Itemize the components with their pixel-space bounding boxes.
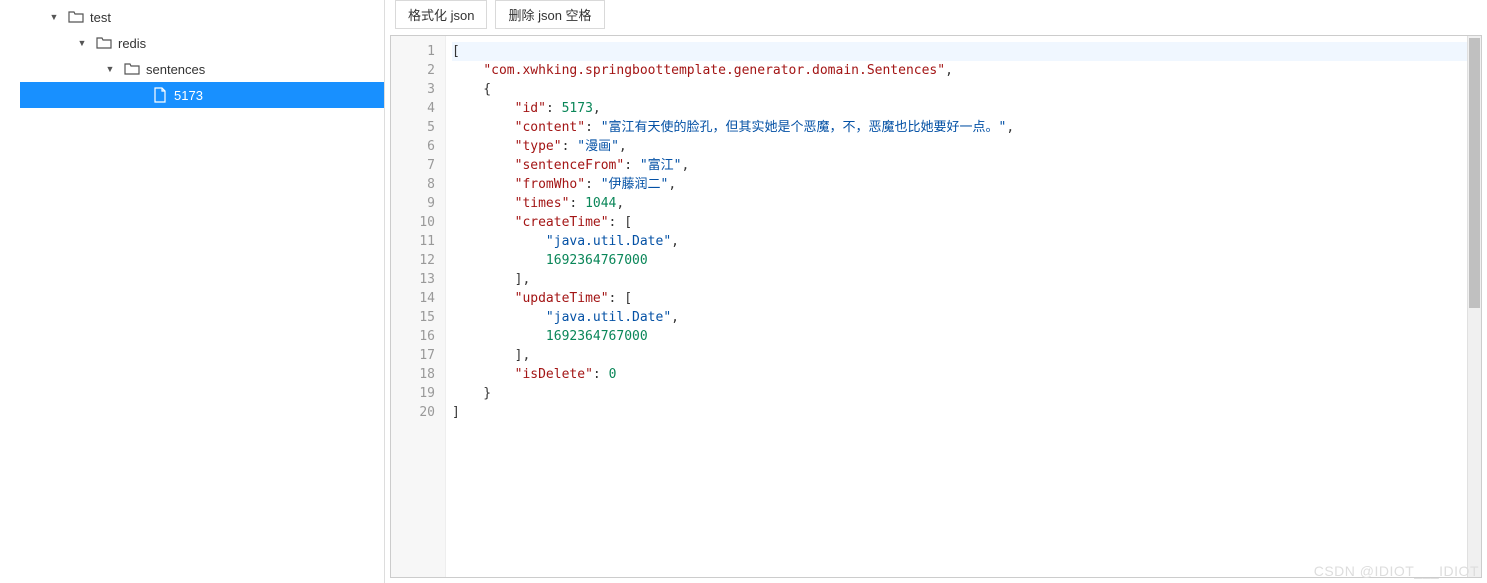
scrollbar-track[interactable] — [1467, 36, 1481, 577]
line-number: 2 — [391, 61, 435, 80]
code-line[interactable]: ], — [452, 270, 1481, 289]
code-line[interactable]: } — [452, 384, 1481, 403]
tree-item-label: sentences — [146, 62, 205, 77]
code-line[interactable]: "java.util.Date", — [452, 232, 1481, 251]
line-number: 6 — [391, 137, 435, 156]
line-number: 3 — [391, 80, 435, 99]
line-number: 11 — [391, 232, 435, 251]
line-number: 16 — [391, 327, 435, 346]
scrollbar-thumb[interactable] — [1469, 38, 1480, 308]
format-json-button[interactable]: 格式化 json — [395, 0, 487, 29]
line-number: 1 — [391, 42, 435, 61]
code-line[interactable]: { — [452, 80, 1481, 99]
main-panel: 格式化 json 删除 json 空格 12345678910111213141… — [385, 0, 1487, 583]
tree-item-test[interactable]: ▼ test — [20, 4, 384, 30]
line-number: 12 — [391, 251, 435, 270]
line-number: 20 — [391, 403, 435, 422]
chevron-down-icon: ▼ — [104, 64, 116, 74]
code-line[interactable]: "times": 1044, — [452, 194, 1481, 213]
tree-item-label: 5173 — [174, 88, 203, 103]
code-line[interactable]: "isDelete": 0 — [452, 365, 1481, 384]
folder-icon — [124, 61, 140, 77]
watermark: CSDN @IDIOT___IDIOT — [1314, 563, 1479, 579]
code-line[interactable]: "updateTime": [ — [452, 289, 1481, 308]
line-number: 4 — [391, 99, 435, 118]
code-line[interactable]: "com.xwhking.springboottemplate.generato… — [452, 61, 1481, 80]
code-line[interactable]: 1692364767000 — [452, 251, 1481, 270]
code-line[interactable]: "type": "漫画", — [452, 137, 1481, 156]
tree-item-redis[interactable]: ▼ redis — [20, 30, 384, 56]
toolbar: 格式化 json 删除 json 空格 — [385, 0, 1487, 35]
line-number: 7 — [391, 156, 435, 175]
code-line[interactable]: 1692364767000 — [452, 327, 1481, 346]
line-number: 10 — [391, 213, 435, 232]
code-line[interactable]: ] — [452, 403, 1481, 422]
code-line[interactable]: "id": 5173, — [452, 99, 1481, 118]
tree-item-label: redis — [118, 36, 146, 51]
code-line[interactable]: "content": "富江有天使的脸孔，但其实她是个恶魔，不，恶魔也比她要好一… — [452, 118, 1481, 137]
line-number: 14 — [391, 289, 435, 308]
tree-item-sentences[interactable]: ▼ sentences — [20, 56, 384, 82]
code-line[interactable]: "fromWho": "伊藤润二", — [452, 175, 1481, 194]
chevron-down-icon: ▼ — [48, 12, 60, 22]
json-editor[interactable]: 1234567891011121314151617181920 [ "com.x… — [390, 35, 1482, 578]
code-area[interactable]: [ "com.xwhking.springboottemplate.genera… — [446, 36, 1481, 577]
code-line[interactable]: "sentenceFrom": "富江", — [452, 156, 1481, 175]
sidebar: ▼ test ▼ redis ▼ sentences 5173 — [0, 0, 385, 583]
code-line[interactable]: [ — [452, 42, 1481, 61]
line-number: 8 — [391, 175, 435, 194]
tree-item-5173[interactable]: 5173 — [20, 82, 384, 108]
code-line[interactable]: ], — [452, 346, 1481, 365]
folder-icon — [96, 35, 112, 51]
code-line[interactable]: "java.util.Date", — [452, 308, 1481, 327]
line-number: 15 — [391, 308, 435, 327]
line-number: 19 — [391, 384, 435, 403]
remove-json-spaces-button[interactable]: 删除 json 空格 — [495, 0, 604, 29]
line-number: 17 — [391, 346, 435, 365]
tree-item-label: test — [90, 10, 111, 25]
line-number: 5 — [391, 118, 435, 137]
code-line[interactable]: "createTime": [ — [452, 213, 1481, 232]
line-number: 9 — [391, 194, 435, 213]
line-number: 18 — [391, 365, 435, 384]
line-number-gutter: 1234567891011121314151617181920 — [391, 36, 446, 577]
line-number: 13 — [391, 270, 435, 289]
chevron-down-icon: ▼ — [76, 38, 88, 48]
folder-icon — [68, 9, 84, 25]
file-icon — [152, 87, 168, 103]
